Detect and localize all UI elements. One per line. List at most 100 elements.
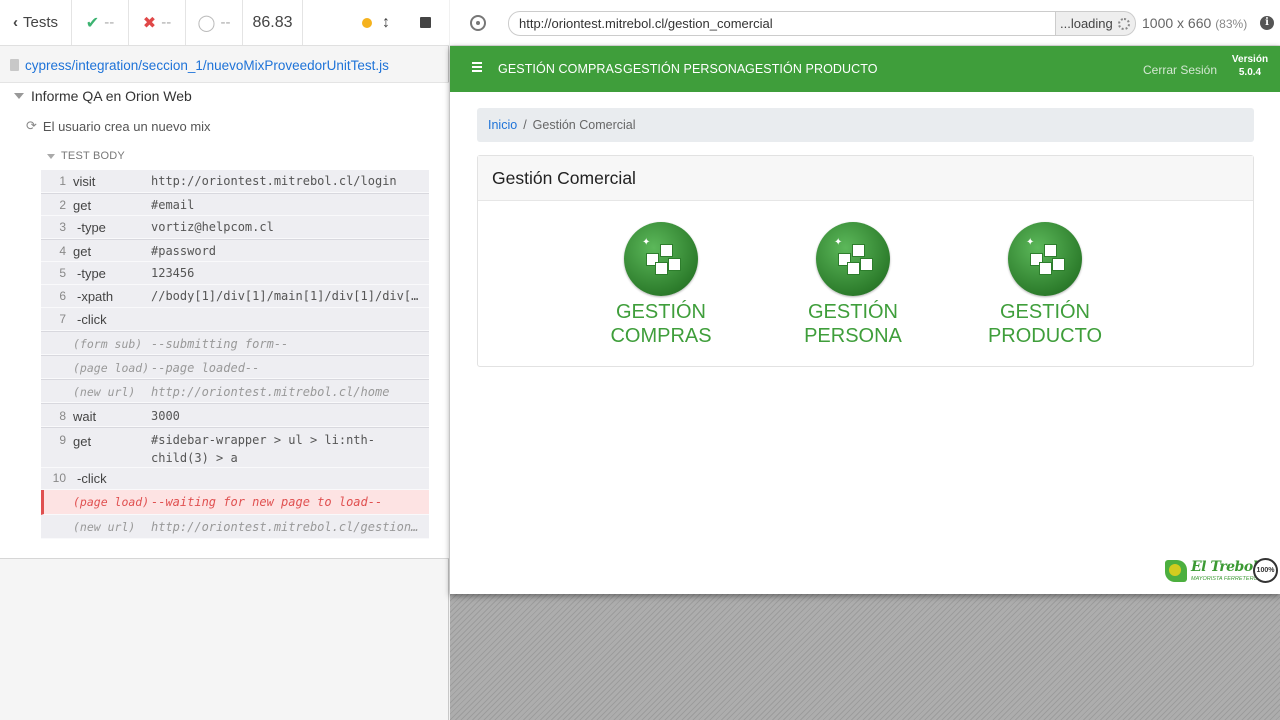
passed-count: -- [104, 14, 115, 31]
command-message [151, 471, 429, 489]
command-name: (page load) [73, 361, 150, 375]
command-name: -click [77, 471, 107, 486]
command-message: 123456 [151, 266, 195, 280]
tests-button[interactable]: ‹ Tests [0, 0, 72, 45]
command-name: get [73, 244, 92, 259]
running-status-icon [362, 17, 372, 28]
aut-header: http://oriontest.mitrebol.cl/gestion_com… [450, 0, 1280, 46]
command-row[interactable]: 10 -click [41, 468, 429, 490]
command-message: #password [151, 244, 217, 258]
pending-count: -- [220, 14, 231, 31]
event-row[interactable]: (page load) --page loaded-- [41, 355, 429, 379]
module-gestion-producto[interactable]: ✦ GESTIÓN PRODUCTO [980, 222, 1110, 348]
command-number: 7 [59, 312, 66, 326]
reporter-controls: ↕ [303, 0, 449, 45]
command-row[interactable]: 6 -xpath //body[1]/div[1]/main[1]/div[1]… [41, 285, 429, 308]
loading-label: ...loading [1060, 16, 1113, 31]
module-label-line1: GESTIÓN [999, 301, 1090, 323]
auto-scroll-toggle-icon[interactable]: ↕ [382, 14, 390, 32]
command-number: 6 [59, 289, 66, 303]
command-message: http://oriontest.mitrebol.cl/login [151, 174, 397, 188]
test-body-label: TEST BODY [61, 150, 125, 162]
selector-playground-icon[interactable] [470, 15, 486, 31]
passed-stat: ✔ -- [72, 0, 129, 45]
command-row[interactable]: 2 get #email [41, 193, 429, 216]
logout-link[interactable]: Cerrar Sesión [1143, 63, 1217, 77]
cypress-reporter: ‹ Tests ✔ -- ✖ -- ◯ -- 86.83 ↕ cypress/i… [0, 0, 449, 720]
event-row-pending[interactable]: (page load) --waiting for new page to lo… [41, 490, 429, 515]
command-row[interactable]: 4 get #password [41, 239, 429, 262]
failed-stat: ✖ -- [129, 0, 186, 45]
command-message: --waiting for new page to load-- [151, 495, 383, 509]
command-message: http://oriontest.mitrebol.cl/home [151, 385, 390, 399]
file-icon [10, 59, 19, 71]
command-name: -click [77, 312, 107, 327]
boxes-icon: ✦ [624, 222, 698, 296]
command-row[interactable]: 9 get #sidebar-wrapper > ul > li:nth-chi… [41, 427, 429, 468]
breadcrumb-home-link[interactable]: Inicio [488, 118, 517, 132]
spinner-icon [1117, 17, 1130, 30]
pending-stat: ◯ -- [186, 0, 243, 45]
command-row[interactable]: 5 -type 123456 [41, 262, 429, 285]
event-row[interactable]: (new url) http://oriontest.mitrebol.cl/g… [41, 515, 429, 539]
quality-seal-icon: 100% [1253, 558, 1278, 583]
command-name: get [73, 434, 92, 449]
command-number: 10 [52, 471, 66, 485]
command-name: -type [77, 266, 106, 281]
command-number: 9 [59, 433, 66, 447]
suite-title-row[interactable]: Informe QA en Orion Web [14, 88, 192, 104]
info-icon[interactable]: i [1260, 16, 1274, 30]
event-row[interactable]: (new url) http://oriontest.mitrebol.cl/h… [41, 379, 429, 403]
command-number: 2 [59, 198, 66, 212]
command-number [41, 520, 66, 538]
command-message [151, 312, 429, 330]
logo-brand: El Trebol [1191, 559, 1258, 575]
event-row[interactable]: (form sub) --submitting form-- [41, 331, 429, 355]
nav-gestion-producto[interactable]: GESTIÓN PRODUCTO [745, 62, 878, 76]
url-bar[interactable]: http://oriontest.mitrebol.cl/gestion_com… [508, 11, 1056, 36]
command-number: 8 [59, 409, 66, 423]
command-message: --submitting form-- [151, 337, 289, 351]
command-number [41, 385, 66, 402]
boxes-icon: ✦ [816, 222, 890, 296]
command-row[interactable]: 3 -type vortiz@helpcom.cl [41, 216, 429, 239]
command-message: http://oriontest.mitrebol.cl/gestion_com… [151, 520, 429, 534]
command-row[interactable]: 1 visit http://oriontest.mitrebol.cl/log… [41, 170, 429, 193]
el-trebol-logo: El Trebol MAYORISTA FERRETERO 100% [1163, 555, 1278, 587]
viewport-size: 1000 x 660 [1142, 15, 1212, 31]
module-gestion-persona[interactable]: ✦ GESTIÓN PERSONA [788, 222, 918, 348]
command-number: 1 [59, 174, 66, 188]
stop-button[interactable] [420, 17, 431, 28]
command-row[interactable]: 7 -click [41, 308, 429, 331]
caret-down-icon [47, 153, 55, 159]
app-under-test-frame: GESTIÓN COMPRAS GESTIÓN PERSONA GESTIÓN … [450, 46, 1280, 594]
hamburger-menu-icon[interactable] [472, 62, 482, 74]
tests-label: Tests [22, 14, 58, 31]
command-number [44, 495, 66, 514]
test-body-header[interactable]: TEST BODY [47, 150, 125, 162]
version-label: Versión [1231, 54, 1269, 65]
command-number: 3 [59, 220, 66, 234]
boxes-icon: ✦ [1008, 222, 1082, 296]
nav-gestion-compras[interactable]: GESTIÓN COMPRAS [498, 62, 622, 76]
command-number: 5 [59, 266, 66, 280]
command-message: #email [151, 198, 195, 212]
breadcrumb-separator: / [523, 118, 527, 132]
module-label-line2: PRODUCTO [987, 325, 1103, 347]
module-label-line1: GESTIÓN [807, 301, 898, 323]
command-message: //body[1]/div[1]/main[1]/div[1]/div[1]/d… [151, 289, 429, 303]
spec-path-text: cypress/integration/seccion_1/nuevoMixPr… [25, 57, 389, 73]
suite-title: Informe QA en Orion Web [31, 88, 192, 104]
command-message: vortiz@helpcom.cl [151, 220, 274, 234]
breadcrumb: Inicio / Gestión Comercial [477, 108, 1254, 142]
viewport-info[interactable]: 1000 x 660 (83%) [1142, 15, 1247, 31]
cross-icon: ✖ [142, 14, 157, 32]
command-row[interactable]: 8 wait 3000 [41, 403, 429, 427]
nav-gestion-persona[interactable]: GESTIÓN PERSONA [623, 62, 745, 76]
card-title: Gestión Comercial [478, 156, 1253, 201]
module-gestion-compras[interactable]: ✦ GESTIÓN COMPRAS [596, 222, 726, 348]
test-title-row[interactable]: ⟳ El usuario crea un nuevo mix [26, 118, 211, 134]
spec-file-path[interactable]: cypress/integration/seccion_1/nuevoMixPr… [0, 54, 449, 76]
module-label-line2: PERSONA [804, 325, 902, 347]
module-label-line2: COMPRAS [610, 325, 712, 347]
